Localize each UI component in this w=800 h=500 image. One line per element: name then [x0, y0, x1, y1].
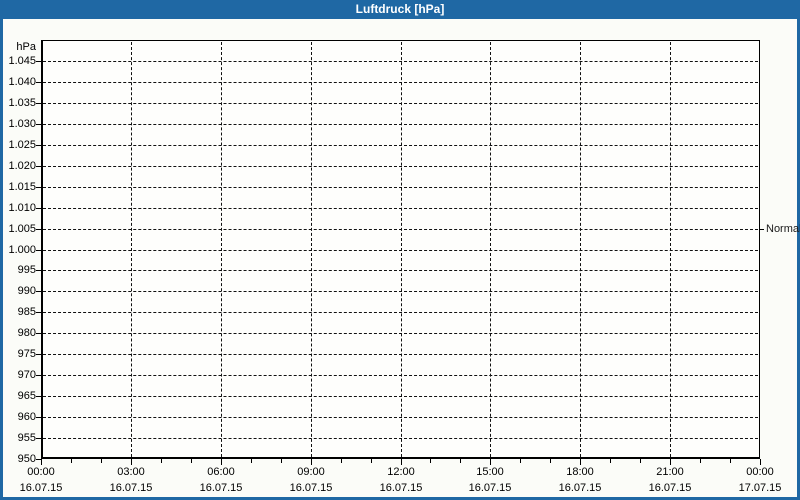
y-axis-tick [36, 208, 41, 209]
x-date-label: 16.07.15 [280, 482, 342, 494]
x-time-label: 18:00 [549, 466, 611, 478]
title-bar: Luftdruck [hPa] [0, 0, 800, 19]
x-time-label: 06:00 [190, 466, 252, 478]
x-axis-minor-tick [640, 459, 641, 463]
x-axis-minor-tick [610, 459, 611, 463]
y-axis-tick [36, 270, 41, 271]
x-axis-minor-tick [251, 459, 252, 463]
y-axis-tick [36, 229, 41, 230]
y-axis-tick [36, 187, 41, 188]
y-tick-label: 950 [0, 453, 36, 465]
y-axis-tick [36, 166, 41, 167]
y-tick-label: 980 [0, 327, 36, 339]
y-tick-label: 995 [0, 264, 36, 276]
y-tick-label: 955 [0, 432, 36, 444]
x-axis-major-tick [131, 459, 132, 465]
x-axis-minor-tick [730, 459, 731, 463]
y-tick-label: 1.040 [0, 76, 36, 88]
x-axis-minor-tick [191, 459, 192, 463]
x-axis-minor-tick [71, 459, 72, 463]
x-axis-major-tick [311, 459, 312, 465]
y-tick-label: 970 [0, 369, 36, 381]
normal-tick [760, 229, 764, 230]
y-axis-tick [36, 250, 41, 251]
x-axis-major-tick [221, 459, 222, 465]
y-axis-tick [36, 375, 41, 376]
x-time-label: 21:00 [639, 466, 701, 478]
x-axis-minor-tick [700, 459, 701, 463]
x-time-label: 12:00 [370, 466, 432, 478]
y-axis-tick [36, 103, 41, 104]
y-tick-label: 1.030 [0, 118, 36, 130]
y-axis-tick [36, 61, 41, 62]
x-axis-minor-tick [281, 459, 282, 463]
y-axis-tick [36, 124, 41, 125]
x-time-label: 15:00 [459, 466, 521, 478]
y-axis-unit-label: hPa [0, 41, 36, 53]
x-axis-minor-tick [520, 459, 521, 463]
x-axis-minor-tick [161, 459, 162, 463]
y-axis-tick [36, 354, 41, 355]
v-gridline [401, 42, 402, 457]
x-axis-minor-tick [430, 459, 431, 463]
v-gridline [131, 42, 132, 457]
v-gridline [221, 42, 222, 457]
v-gridline [490, 42, 491, 457]
y-axis-tick [36, 396, 41, 397]
x-time-label: 03:00 [100, 466, 162, 478]
x-axis-minor-tick [371, 459, 372, 463]
y-tick-label: 1.025 [0, 139, 36, 151]
y-tick-label: 1.010 [0, 202, 36, 214]
y-tick-label: 1.015 [0, 181, 36, 193]
y-tick-label: 1.020 [0, 160, 36, 172]
x-date-label: 16.07.15 [100, 482, 162, 494]
y-axis-tick [36, 312, 41, 313]
y-axis-tick [36, 417, 41, 418]
y-tick-label: 965 [0, 390, 36, 402]
y-tick-label: 1.045 [0, 55, 36, 67]
y-axis-tick [36, 438, 41, 439]
x-date-label: 16.07.15 [190, 482, 252, 494]
x-axis-major-tick [490, 459, 491, 465]
y-tick-label: 960 [0, 411, 36, 423]
x-time-label: 09:00 [280, 466, 342, 478]
x-time-label: 00:00 [729, 466, 791, 478]
y-tick-label: 990 [0, 285, 36, 297]
y-tick-label: 1.000 [0, 244, 36, 256]
y-axis-tick [36, 291, 41, 292]
x-date-label: 17.07.15 [729, 482, 791, 494]
v-gridline [670, 42, 671, 457]
x-axis-minor-tick [101, 459, 102, 463]
x-date-label: 16.07.15 [370, 482, 432, 494]
x-date-label: 16.07.15 [549, 482, 611, 494]
x-axis-major-tick [41, 459, 42, 465]
y-tick-label: 1.005 [0, 223, 36, 235]
y-tick-label: 985 [0, 306, 36, 318]
y-axis-tick [36, 82, 41, 83]
x-axis-major-tick [580, 459, 581, 465]
x-axis-major-tick [401, 459, 402, 465]
v-gridline [580, 42, 581, 457]
y-axis-tick [36, 333, 41, 334]
x-time-label: 00:00 [10, 466, 72, 478]
x-axis-major-tick [760, 459, 761, 465]
chart-window: Luftdruck [hPa] hPa 1.045 1.040 1.035 1.030… [0, 0, 800, 500]
x-axis-minor-tick [341, 459, 342, 463]
x-date-label: 16.07.15 [10, 482, 72, 494]
x-date-label: 16.07.15 [459, 482, 521, 494]
x-axis-major-tick [670, 459, 671, 465]
normal-label: Normal [766, 223, 800, 235]
x-date-label: 16.07.15 [639, 482, 701, 494]
x-axis-minor-tick [460, 459, 461, 463]
y-axis-tick [36, 145, 41, 146]
chart-title: Luftdruck [hPa] [356, 2, 445, 16]
v-gridline [311, 42, 312, 457]
window-border-left [0, 19, 3, 500]
x-axis-minor-tick [550, 459, 551, 463]
y-tick-label: 975 [0, 348, 36, 360]
y-tick-label: 1.035 [0, 97, 36, 109]
